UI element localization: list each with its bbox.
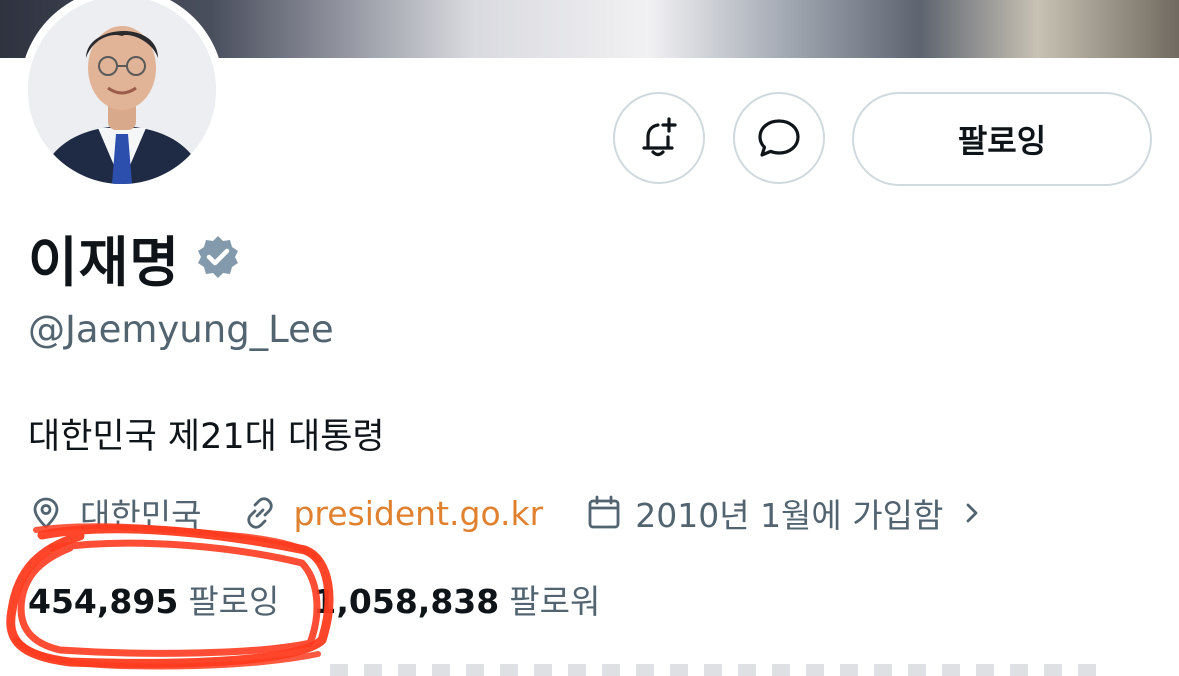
location-text: 대한민국	[80, 496, 202, 535]
website-link[interactable]: president.go.kr	[293, 494, 543, 533]
profile-meta: 대한민국 president.go.kr 2010년 1월에 가입함	[28, 490, 987, 536]
avatar[interactable]	[28, 0, 216, 184]
location-pin-icon	[33, 497, 59, 529]
following-stat[interactable]: 454,895 팔로잉	[28, 575, 279, 623]
message-button[interactable]	[733, 92, 825, 184]
joined-item[interactable]: 2010년 1월에 가입함	[585, 489, 987, 537]
following-button[interactable]: 팔로잉	[852, 92, 1152, 186]
following-label: 팔로잉	[188, 582, 280, 621]
followers-stat[interactable]: 1,058,838 팔로워	[313, 575, 600, 623]
profile-stats: 454,895 팔로잉 1,058,838 팔로워	[28, 574, 600, 624]
profile-name: 이재명	[28, 230, 181, 294]
message-bubble-icon	[758, 119, 800, 157]
bell-plus-icon	[642, 117, 677, 157]
website-item[interactable]: president.go.kr	[241, 494, 543, 533]
chevron-right-icon	[966, 503, 978, 523]
location-item: 대한민국	[28, 489, 201, 537]
link-icon	[247, 497, 274, 529]
joined-text: 2010년 1월에 가입함	[635, 496, 944, 535]
verified-badge-icon[interactable]	[194, 233, 242, 281]
profile-handle: @Jaemyung_Lee	[28, 308, 334, 351]
avatar-photo	[28, 0, 216, 184]
notifications-button[interactable]	[613, 92, 705, 184]
following-count: 454,895	[28, 582, 179, 621]
profile-name-row: 이재명	[28, 222, 242, 294]
calendar-icon	[588, 495, 620, 529]
following-button-label: 팔로잉	[957, 122, 1047, 160]
followers-label: 팔로워	[509, 582, 601, 621]
profile-bio: 대한민국 제21대 대통령	[28, 417, 385, 457]
truncated-text-line	[330, 664, 1110, 676]
followers-count: 1,058,838	[313, 582, 500, 621]
